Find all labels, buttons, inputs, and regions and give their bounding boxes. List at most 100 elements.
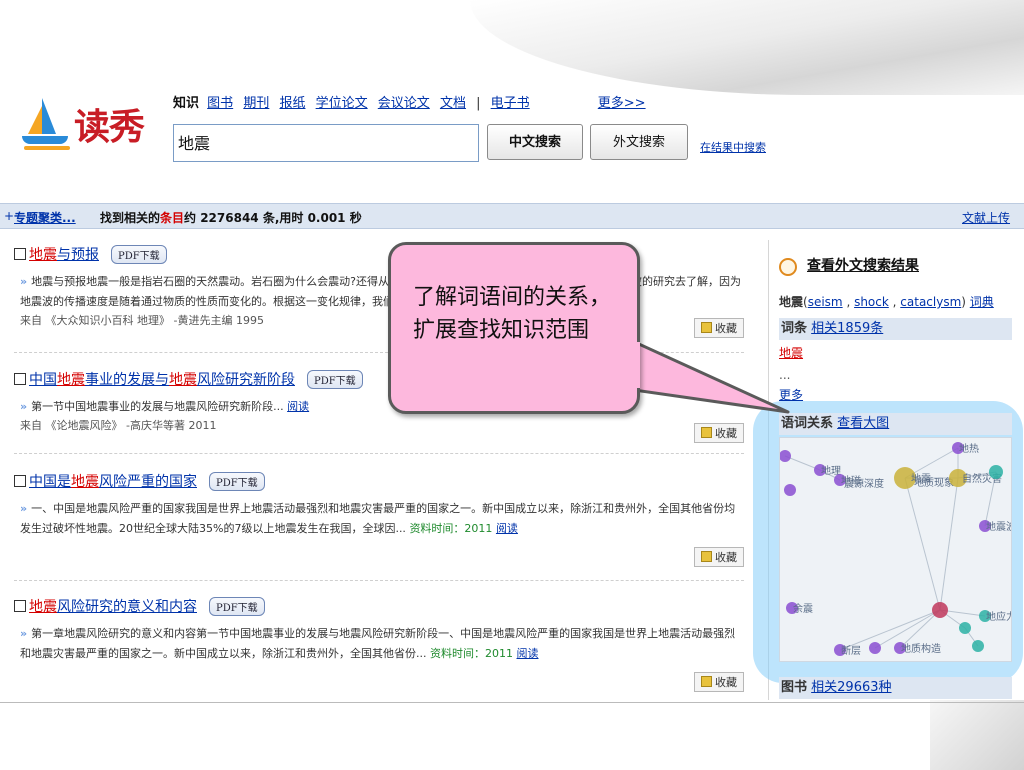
graph-node[interactable] — [869, 642, 881, 654]
result-title-link[interactable]: 风险研究的意义和内容 — [57, 599, 197, 615]
read-link[interactable]: 阅读 — [496, 522, 518, 535]
category-current[interactable]: 知识 — [173, 96, 199, 111]
graph-node-label[interactable]: 地震波 — [986, 520, 1012, 533]
favorite-label: 收藏 — [715, 322, 737, 335]
result-checkbox[interactable] — [14, 373, 26, 385]
chinese-search-button[interactable]: 中文搜索 — [487, 124, 583, 160]
pdf-download-button[interactable]: PDF下载 — [209, 472, 265, 491]
entries-count-link[interactable]: 相关1859条 — [811, 321, 883, 336]
duxiu-logo[interactable]: 读秀 — [22, 96, 152, 156]
graph-node-label[interactable]: 地应力 — [986, 610, 1012, 623]
books-count-link[interactable]: 相关29663种 — [811, 680, 891, 695]
result-title-link[interactable]: 风险严重的国家 — [99, 474, 197, 490]
graph-node[interactable] — [932, 602, 948, 618]
result-item: 地震风险研究的意义和内容 PDF下载 » 第一章地震风险研究的意义和内容第一节中国地… — [14, 596, 744, 692]
graph-node[interactable] — [972, 640, 984, 652]
translation-line: 地震(seism , shock , cataclysm) 词典 — [779, 295, 994, 309]
result-snippet-text: 第一章地震风险研究的意义和内容第一节中国地震事业的发展与地震风险研究新阶段一、中… — [20, 627, 736, 660]
graph-node-label[interactable]: 震源深度 — [844, 477, 884, 490]
favorite-button[interactable]: 收藏 — [694, 547, 744, 567]
result-title: 地震风险研究的意义和内容 PDF下载 — [14, 596, 744, 616]
category-link[interactable]: 期刊 — [243, 96, 269, 111]
result-title-link[interactable]: 地震 — [71, 474, 99, 490]
graph-node[interactable] — [780, 450, 791, 462]
pdf-download-button[interactable]: PDF下载 — [111, 245, 167, 264]
category-nav: 知识 图书 期刊 报纸 学位论文 会议论文 文档 | 电子书 更多>> — [173, 92, 652, 111]
category-link[interactable]: 学位论文 — [316, 96, 368, 111]
result-source: 来自 《论地震风险》 -高庆华等著 2011 — [20, 419, 217, 432]
topic-cluster-link[interactable]: 专题聚类... — [14, 209, 76, 226]
result-title-link[interactable]: 地震 — [29, 247, 57, 263]
category-link[interactable]: 报纸 — [279, 96, 305, 111]
category-more-link[interactable]: 更多>> — [598, 96, 646, 111]
pdf-download-button[interactable]: PDF下载 — [209, 597, 265, 616]
result-title-link[interactable]: 地震 — [29, 599, 57, 615]
graph-node[interactable] — [784, 484, 796, 496]
results-count-suffix: 约 2276844 条,用时 0.001 秒 — [184, 211, 362, 225]
result-title: 中国是地震风险严重的国家 PDF下载 — [14, 471, 744, 491]
category-link-ebook[interactable]: 电子书 — [491, 96, 530, 111]
result-divider — [14, 580, 744, 581]
upload-link[interactable]: 文献上传 — [962, 209, 1010, 226]
result-divider — [14, 453, 744, 454]
favorite-label: 收藏 — [715, 551, 737, 564]
result-title-link[interactable]: 中国 — [29, 372, 57, 388]
translation-link[interactable]: shock — [854, 295, 889, 309]
result-time: 资料时间：2011 — [430, 647, 513, 660]
expand-icon[interactable]: + — [4, 209, 14, 223]
entries-more-link[interactable]: 更多 — [779, 386, 1012, 403]
search-icon — [779, 258, 797, 276]
graph-node-label[interactable]: 断层 — [841, 644, 861, 657]
result-checkbox[interactable] — [14, 475, 26, 487]
result-title-link[interactable]: 中国是 — [29, 474, 71, 490]
category-link[interactable]: 图书 — [207, 96, 233, 111]
read-link[interactable]: 阅读 — [517, 647, 539, 660]
category-link[interactable]: 文档 — [440, 96, 466, 111]
entries-header: 词条 相关1859条 — [779, 318, 1012, 340]
result-title-link[interactable]: 地震 — [169, 372, 197, 388]
favorite-button[interactable]: 收藏 — [694, 672, 744, 692]
logo-sail-icon — [28, 106, 42, 134]
books-header: 图书 相关29663种 — [779, 677, 1012, 699]
graph-node-label[interactable]: 地质构造 — [901, 642, 941, 655]
translation-link[interactable]: seism — [808, 295, 843, 309]
result-snippet: » 第一章地震风险研究的意义和内容第一节中国地震事业的发展与地震风险研究新阶段一、… — [14, 624, 744, 664]
translation-link[interactable]: cataclysm — [900, 295, 961, 309]
read-link[interactable]: 阅读 — [287, 400, 309, 413]
graph-node[interactable] — [959, 622, 971, 634]
result-checkbox[interactable] — [14, 600, 26, 612]
external-search-link[interactable]: 查看外文搜索结果 — [779, 255, 1012, 276]
result-title-link[interactable]: 地震 — [57, 372, 85, 388]
quote-icon: » — [20, 627, 28, 640]
graph-node-label[interactable]: 地热 — [959, 442, 979, 455]
graph-node-label[interactable]: 地质现象 — [914, 476, 954, 489]
results-count: 找到相关的条目约 2276844 条,用时 0.001 秒 — [100, 209, 362, 226]
word-relation-graph[interactable]: 地震 地热 地理 地磁 震源深度 地质现象 自然灾害 地震波 余震 地应力 地质构造 断层 — [779, 437, 1012, 662]
graph-node[interactable] — [989, 465, 1003, 479]
result-title-link[interactable]: 风险研究新阶段 — [197, 372, 295, 388]
graph-node-label[interactable]: 余震 — [793, 602, 813, 615]
annotation-callout: 了解词语间的关系，扩展查找知识范围 — [388, 242, 640, 414]
quote-icon: » — [20, 502, 28, 515]
pdf-download-button[interactable]: PDF下载 — [307, 370, 363, 389]
category-link[interactable]: 会议论文 — [378, 96, 430, 111]
result-checkbox[interactable] — [14, 248, 26, 260]
entry-link[interactable]: 地震 — [779, 344, 1012, 361]
favorite-button[interactable]: 收藏 — [694, 318, 744, 338]
view-large-graph-link[interactable]: 查看大图 — [837, 416, 889, 431]
external-search-label: 查看外文搜索结果 — [807, 258, 919, 274]
results-count-highlight: 条目 — [160, 211, 185, 225]
favorite-button[interactable]: 收藏 — [694, 423, 744, 443]
results-bar: + 专题聚类... 找到相关的条目约 2276844 条,用时 0.001 秒 … — [0, 203, 1024, 229]
logo-text: 读秀 — [74, 106, 145, 148]
result-title-link[interactable]: 事业的发展与 — [85, 372, 169, 388]
search-in-results-link[interactable]: 在结果中搜索 — [700, 139, 766, 155]
dictionary-link[interactable]: 词典 — [970, 295, 994, 309]
logo-wave-icon — [24, 146, 70, 150]
favorite-icon — [701, 676, 712, 687]
result-title-link[interactable]: 与预报 — [57, 247, 99, 263]
search-input[interactable]: 地震 — [173, 124, 479, 162]
foreign-search-button[interactable]: 外文搜索 — [590, 124, 688, 160]
word-relation-label: 语词关系 — [781, 416, 834, 431]
favorite-icon — [701, 322, 712, 333]
